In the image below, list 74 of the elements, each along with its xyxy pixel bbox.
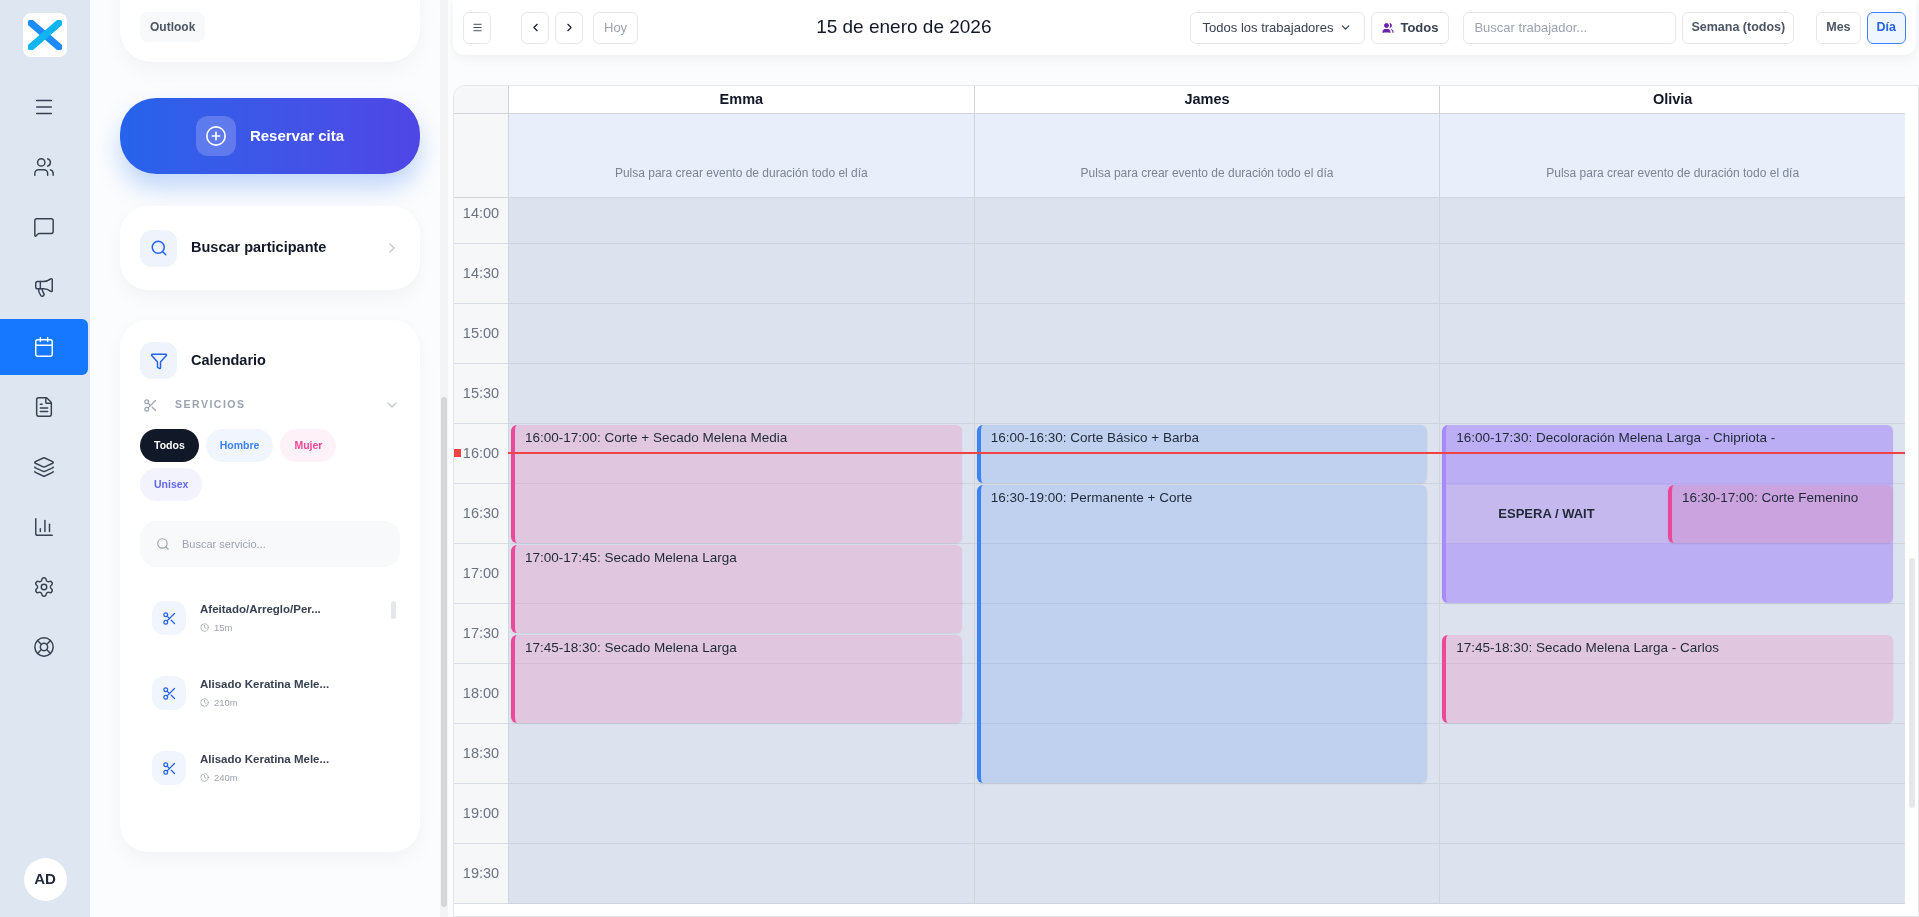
app-logo[interactable] — [23, 13, 67, 57]
calendar-title: Calendario — [191, 350, 266, 370]
participant-search-card[interactable]: Buscar participante — [120, 206, 420, 290]
participant-search-label: Buscar participante — [191, 238, 327, 258]
layers-icon — [33, 456, 55, 478]
view-tab[interactable]: Mes — [1816, 11, 1861, 44]
time-label: 18:00 — [462, 683, 500, 703]
search-icon — [156, 537, 170, 551]
service-name[interactable]: Alisado Keratina Mele... — [200, 676, 330, 694]
megaphone-icon — [33, 276, 55, 298]
users-icon — [1382, 21, 1395, 34]
calendar-event[interactable]: 16:00-17:00: Corte + Secado Melena Media — [511, 425, 962, 543]
clock-icon — [200, 623, 209, 633]
calendar-event[interactable]: 16:30-19:00: Permanente + Corte — [976, 485, 1428, 783]
all-workers-button[interactable]: Todos — [1371, 11, 1450, 44]
time-label: 15:00 — [462, 323, 500, 343]
nav-item[interactable] — [0, 319, 88, 375]
service-name[interactable]: Afeitado/Arreglo/Per... — [200, 601, 321, 619]
user-avatar[interactable]: AD — [23, 858, 67, 901]
column-header: Olivia — [1652, 89, 1693, 109]
filter-icon — [140, 342, 177, 379]
scissors-icon — [152, 601, 186, 635]
view-tab[interactable]: Día — [1866, 11, 1906, 44]
menu-button[interactable] — [463, 11, 491, 44]
time-label: 19:00 — [462, 803, 500, 823]
settings-icon — [33, 576, 55, 598]
time-label: 15:30 — [462, 383, 500, 403]
time-label: 14:00 — [462, 203, 500, 223]
current-date: 15 de enero de 2026 — [816, 15, 992, 40]
outlook-chip[interactable]: Outlook — [140, 12, 206, 42]
column-header: Emma — [719, 89, 764, 109]
time-label: 16:30 — [462, 503, 500, 523]
plus-icon — [195, 116, 236, 156]
service-duration: 240m — [214, 770, 238, 785]
scissors-icon — [152, 751, 186, 785]
document-icon — [33, 396, 55, 418]
service-duration: 210m — [214, 695, 238, 710]
book-appointment-button[interactable]: Reservar cita — [120, 98, 420, 174]
time-label: 17:00 — [462, 563, 500, 583]
service-name[interactable]: Alisado Keratina Mele... — [200, 751, 330, 769]
calendar-event[interactable]: 17:00-17:45: Secado Melena Larga — [511, 545, 962, 633]
menu-icon — [471, 22, 483, 33]
users-icon — [33, 156, 55, 178]
filter-chip[interactable]: Unisex — [140, 468, 203, 501]
time-label: 14:30 — [462, 263, 500, 283]
chart-icon — [33, 516, 55, 538]
filter-chip[interactable]: Todos — [140, 429, 199, 462]
scrollbar[interactable] — [440, 0, 448, 917]
service-search-field[interactable]: Buscar servicio... — [140, 521, 400, 567]
calendar-event[interactable]: 17:45-18:30: Secado Melena Larga - Carlos — [1442, 635, 1893, 723]
worker-search-field[interactable]: Buscar trabajador... — [1463, 11, 1677, 44]
clock-icon — [200, 698, 209, 708]
worker-select[interactable]: Todos los trabajadores — [1189, 11, 1366, 44]
time-label: 19:30 — [462, 863, 500, 883]
calendar-icon — [33, 336, 55, 358]
calendar-event[interactable]: 17:45-18:30: Secado Melena Larga — [511, 635, 962, 723]
current-time-marker — [454, 449, 461, 457]
column-header: James — [1184, 89, 1230, 109]
time-label: 17:30 — [462, 623, 500, 643]
lifebuoy-icon — [33, 636, 55, 658]
wait-label: ESPERA / WAIT — [1498, 505, 1595, 524]
time-label: 16:00 — [462, 443, 500, 463]
calendar-event[interactable]: 16:00-16:30: Corte Básico + Barba — [976, 425, 1428, 483]
week-button[interactable]: Semana (todos) — [1682, 11, 1795, 44]
scissors-icon — [143, 397, 158, 413]
chat-icon — [33, 216, 55, 238]
search-icon — [140, 229, 177, 267]
services-label: SERVICIOS — [175, 397, 246, 413]
calendar-event[interactable]: 16:30-17:00: Corte Femenino — [1668, 485, 1893, 543]
clock-icon — [200, 773, 209, 783]
scissors-icon — [152, 676, 186, 710]
time-label: 18:30 — [462, 743, 500, 763]
service-duration: 15m — [214, 620, 233, 635]
logo-icon — [28, 20, 62, 50]
